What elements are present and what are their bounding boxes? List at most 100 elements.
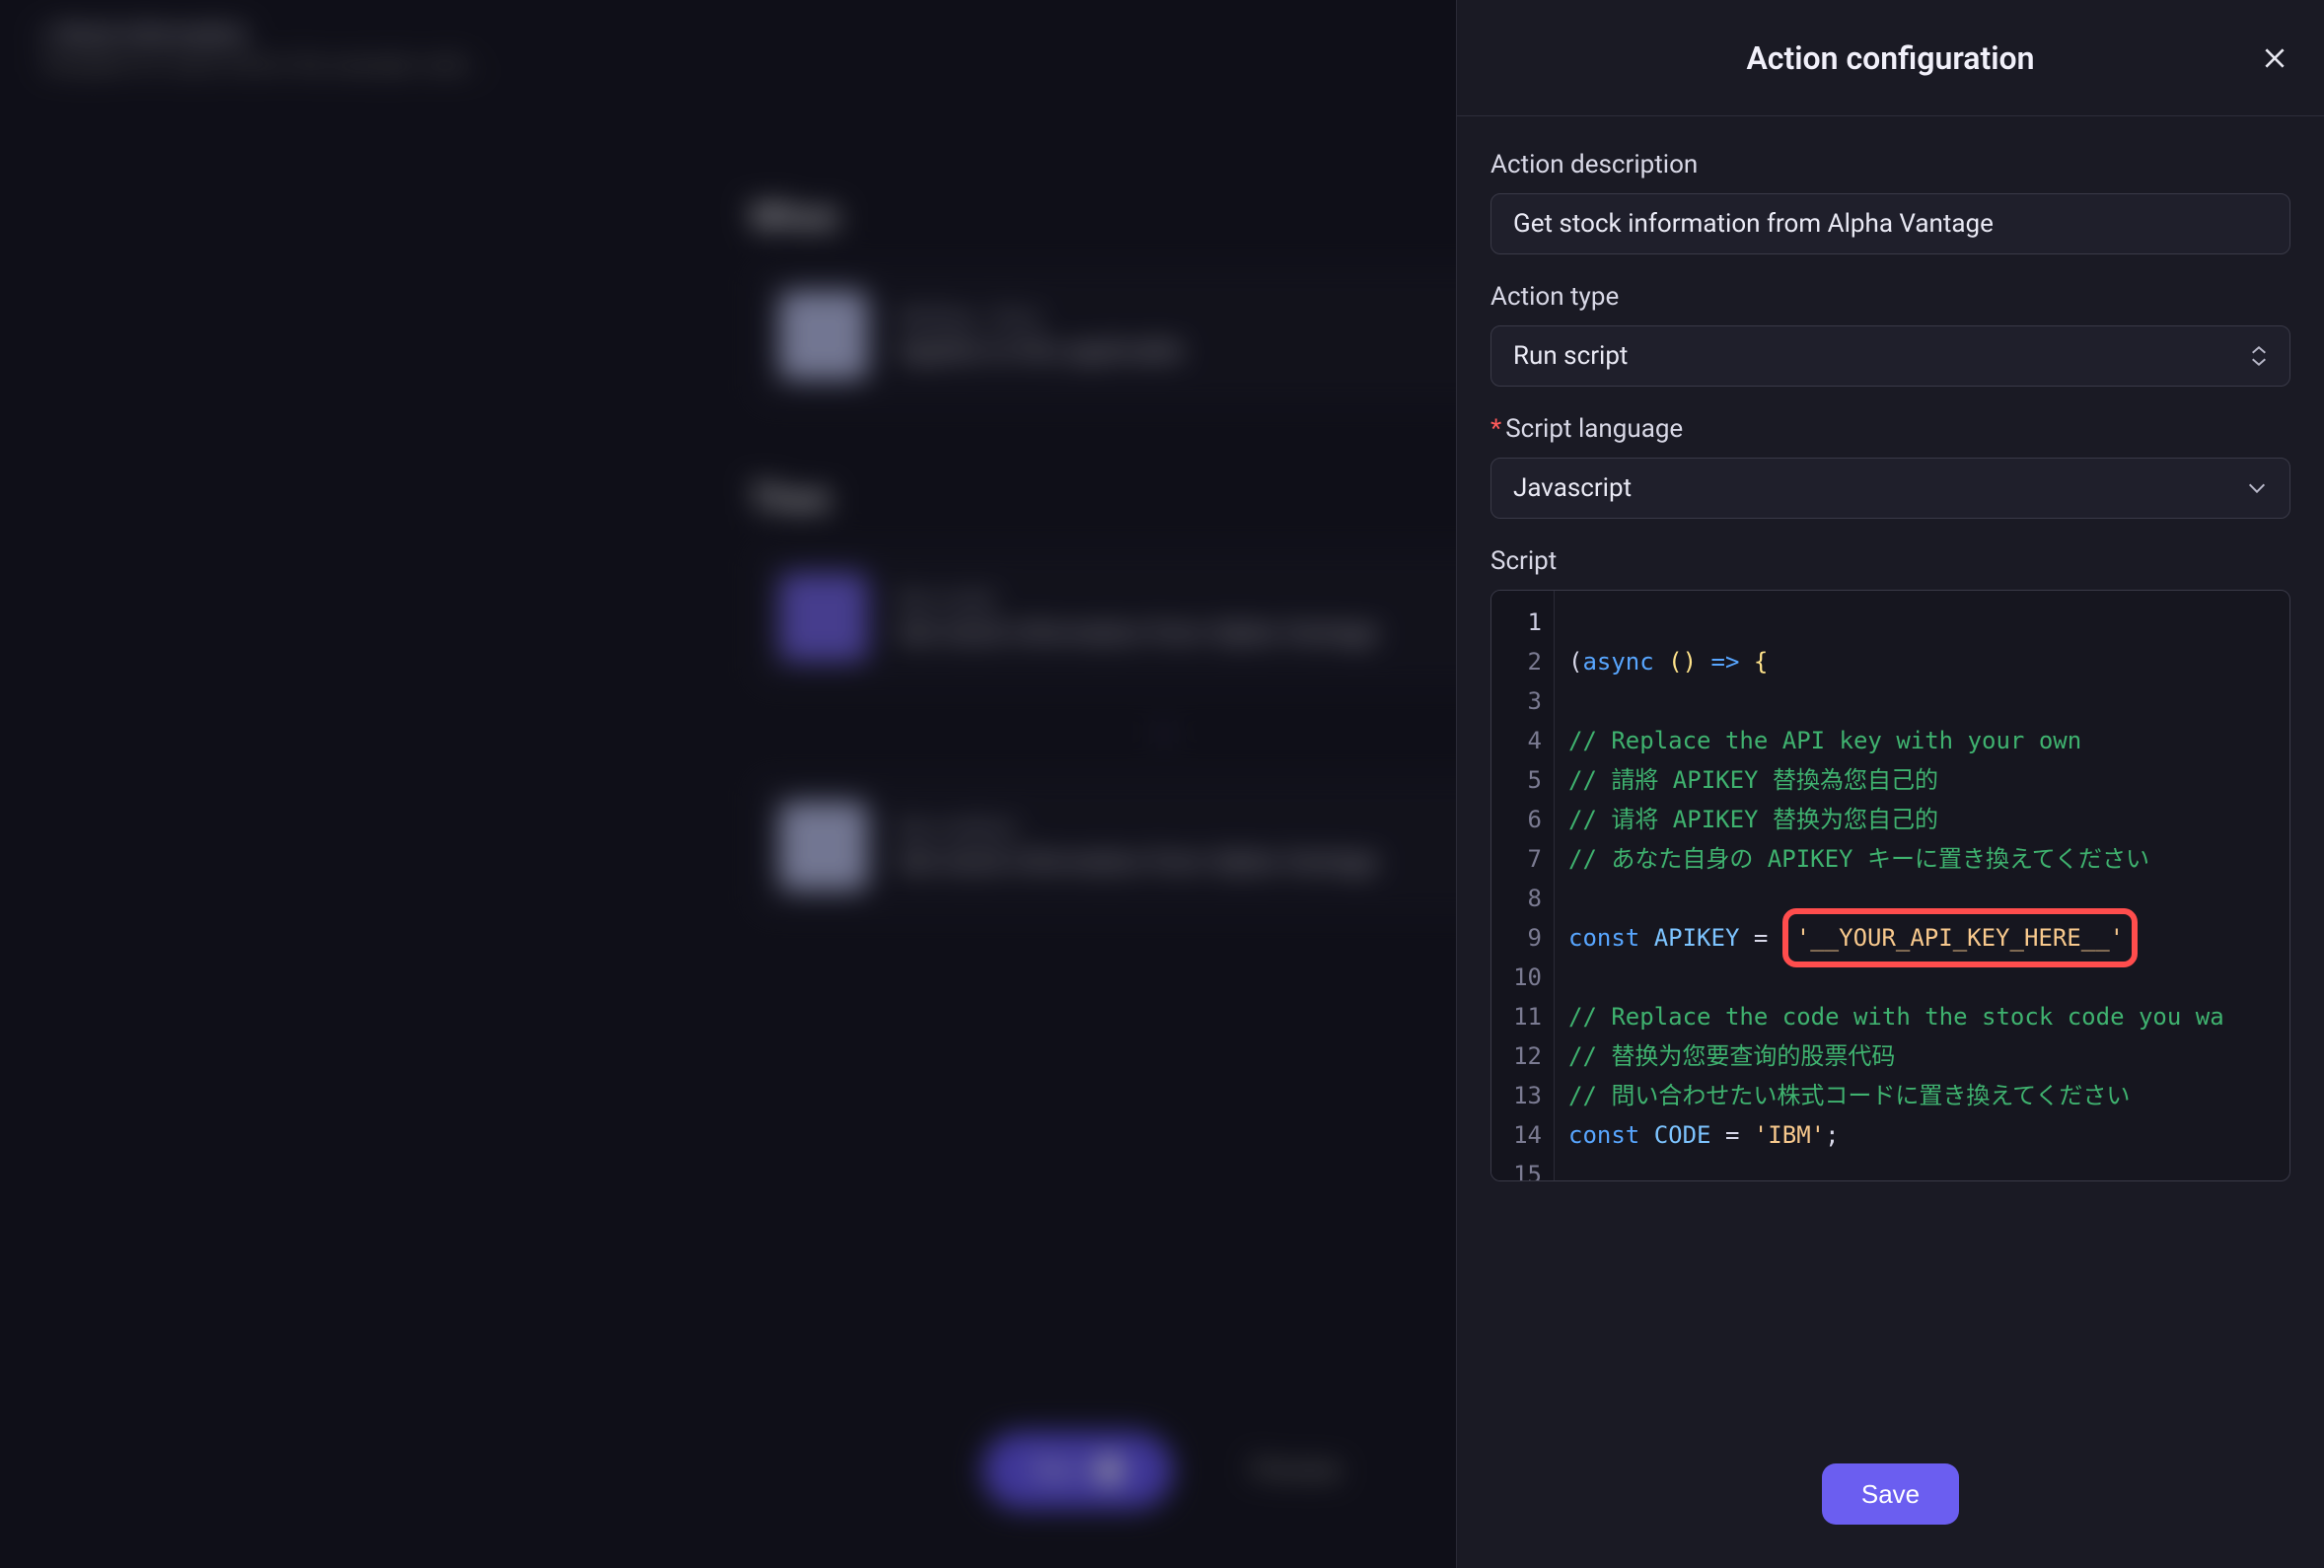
chevron-down-icon [2246, 481, 2268, 495]
required-asterisk: * [1490, 414, 1501, 444]
run-button-blurred: Run [982, 1432, 1173, 1509]
line-number: 9 [1491, 918, 1554, 958]
line-number: 8 [1491, 879, 1554, 918]
code-line[interactable] [1568, 681, 2289, 721]
code-token [1739, 1115, 1753, 1155]
code-token [1739, 918, 1753, 958]
code-line[interactable]: const APIKEY = '__YOUR_API_KEY_HERE__' [1568, 918, 2289, 958]
when-card: Nothing · Once Applies to this applicabl… [750, 261, 1578, 409]
code-token: = [1754, 918, 1768, 958]
code-line[interactable] [1568, 1155, 2289, 1180]
when-card-title: Applies to this applicable [898, 336, 1183, 366]
code-line[interactable]: // 問い合わせたい株式コードに置き換えてください [1568, 1076, 2289, 1115]
code-token [1697, 642, 1710, 681]
code-token: // Replace the API key with your own [1568, 721, 2081, 760]
panel-body: Action description Get stock information… [1457, 116, 2324, 1420]
action-type-select[interactable]: Run script [1490, 325, 2290, 387]
then-thumb-2 [779, 802, 868, 891]
script-label: Script [1490, 546, 2290, 576]
then-card1-subtitle: Run script [898, 588, 1378, 612]
line-number: 14 [1491, 1115, 1554, 1155]
code-line[interactable]: // 請將 APIKEY 替換為您自己的 [1568, 760, 2289, 800]
code-token: () [1668, 642, 1697, 681]
code-token: => [1711, 642, 1740, 681]
line-number: 10 [1491, 958, 1554, 997]
line-number: 3 [1491, 681, 1554, 721]
action-type-value: Run script [1513, 341, 1628, 371]
line-number: 13 [1491, 1076, 1554, 1115]
line-number: 2 [1491, 642, 1554, 681]
action-config-panel: Action configuration Action description … [1456, 0, 2324, 1568]
line-number: 7 [1491, 839, 1554, 879]
code-editor[interactable]: 123456789101112131415 (async () => { // … [1490, 590, 2290, 1181]
code-token [1654, 642, 1668, 681]
line-number: 1 [1491, 603, 1554, 642]
then-card-2: Run method Get stock information from Al… [750, 772, 1578, 920]
code-token: // 请将 APIKEY 替换为您自己的 [1568, 800, 1938, 839]
script-language-select[interactable]: Javascript [1490, 458, 2290, 519]
then-thumb-1 [779, 573, 868, 662]
then-card-1: Run script Get stock information from Al… [750, 543, 1578, 691]
code-token [1639, 918, 1653, 958]
then-card2-title: Get stock information from Alpha Vantage [898, 847, 1378, 877]
code-token: ( [1568, 642, 1582, 681]
field-action-type: Action type Run script [1490, 282, 2290, 387]
code-token: const [1568, 1115, 1639, 1155]
code-token: { [1754, 642, 1768, 681]
code-token: // あなた自身の APIKEY キーに置き換えてください [1568, 839, 2149, 879]
code-token: async [1582, 642, 1653, 681]
line-number: 6 [1491, 800, 1554, 839]
code-token: // 請將 APIKEY 替換為您自己的 [1568, 760, 1938, 800]
then-card1-title: Get stock information from Alpha Vantage [898, 618, 1378, 648]
save-button[interactable]: Save [1822, 1463, 1959, 1525]
code-token [1768, 918, 1781, 958]
panel-footer: Save [1457, 1420, 2324, 1568]
close-button[interactable] [2259, 42, 2290, 74]
then-card2-subtitle: Run method [898, 817, 1378, 841]
step-pager: 1 [750, 721, 1578, 748]
when-heading: When [750, 196, 1578, 238]
script-language-value: Javascript [1513, 473, 1632, 503]
when-section: When Nothing · Once Applies to this appl… [750, 196, 1578, 409]
field-action-description: Action description Get stock information… [1490, 150, 2290, 254]
code-token: const [1568, 918, 1639, 958]
code-line[interactable] [1568, 603, 2289, 642]
line-number: 12 [1491, 1036, 1554, 1076]
code-token: '__YOUR_API_KEY_HERE__' [1782, 908, 2138, 967]
editor-code[interactable]: (async () => { // Replace the API key wi… [1555, 591, 2289, 1180]
code-line[interactable]: (async () => { [1568, 642, 2289, 681]
field-script-language: * Script language Javascript [1490, 414, 2290, 519]
line-number: 11 [1491, 997, 1554, 1036]
line-number: 5 [1491, 760, 1554, 800]
field-script: Script 123456789101112131415 (async () =… [1490, 546, 2290, 1181]
action-description-label: Action description [1490, 150, 2290, 179]
code-token: // Replace the code with the stock code … [1568, 997, 2224, 1036]
code-line[interactable]: // Replace the code with the stock code … [1568, 997, 2289, 1036]
code-line[interactable]: // あなた自身の APIKEY キーに置き換えてください [1568, 839, 2289, 879]
code-token: // 問い合わせたい株式コードに置き換えてください [1568, 1076, 2130, 1115]
code-token [1739, 642, 1753, 681]
code-line[interactable]: // 请将 APIKEY 替换为您自己的 [1568, 800, 2289, 839]
then-section: Then Run script Get stock information fr… [750, 478, 1578, 920]
action-description-value: Get stock information from Alpha Vantage [1513, 209, 1994, 239]
code-line[interactable]: const CODE = 'IBM'; [1568, 1115, 2289, 1155]
script-language-label: * Script language [1490, 414, 2290, 444]
panel-title: Action configuration [1746, 39, 2034, 77]
preview-link-blurred: Preview [1252, 1456, 1342, 1485]
editor-gutter: 123456789101112131415 [1491, 591, 1555, 1180]
code-line[interactable]: // Replace the API key with your own [1568, 721, 2289, 760]
run-label: Run [1034, 1456, 1078, 1485]
code-line[interactable]: // 替换为您要查询的股票代码 [1568, 1036, 2289, 1076]
when-thumb [779, 291, 868, 380]
code-token: CODE [1654, 1115, 1711, 1155]
line-number: 15 [1491, 1155, 1554, 1181]
line-number: 4 [1491, 721, 1554, 760]
action-type-label: Action type [1490, 282, 2290, 312]
action-description-input[interactable]: Get stock information from Alpha Vantage [1490, 193, 2290, 254]
updown-icon [2250, 345, 2268, 367]
code-token: ; [1825, 1115, 1839, 1155]
then-heading: Then [750, 478, 1578, 520]
script-language-label-text: Script language [1505, 414, 1683, 444]
when-card-subtitle: Nothing · Once [898, 306, 1183, 330]
code-token: = [1725, 1115, 1739, 1155]
